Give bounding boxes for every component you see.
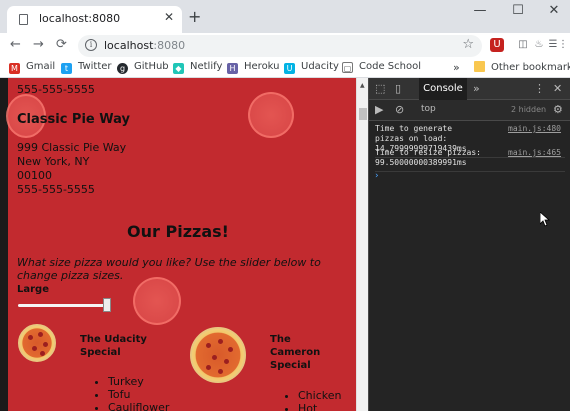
forward-icon[interactable]: → xyxy=(33,37,44,52)
twitter-icon: t xyxy=(61,63,72,74)
udacity-icon: U xyxy=(284,63,295,74)
ingredient-list: Chicken Hot xyxy=(298,389,341,411)
ingredient-item: Cauliflower xyxy=(108,401,169,411)
netlify-icon: ◆ xyxy=(173,63,184,74)
background-pizza-image xyxy=(133,277,181,325)
clear-console-icon[interactable]: ⊘ xyxy=(395,103,404,116)
more-tabs-icon[interactable]: » xyxy=(473,82,480,95)
bookmark-star-icon[interactable]: ☆ xyxy=(462,37,474,52)
context-selector[interactable]: top xyxy=(421,104,436,114)
bookmark-label: GitHub xyxy=(134,61,169,72)
menu-icon[interactable]: ⋮ xyxy=(558,38,568,52)
back-icon[interactable]: ← xyxy=(10,37,21,52)
pizza-image xyxy=(18,324,56,362)
hidden-count: 2 hidden xyxy=(511,105,547,114)
ingredient-item: Chicken xyxy=(298,389,341,402)
new-tab-button[interactable]: + xyxy=(188,7,201,26)
browser-tab[interactable]: localhost:8080 ✕ xyxy=(7,6,182,33)
bookmarks-overflow-icon[interactable]: » xyxy=(453,61,460,74)
console-filter-bar: ▶ ⊘ top 2 hidden ⚙ xyxy=(369,100,570,121)
bookmark-gmail[interactable]: M Gmail xyxy=(9,61,55,74)
folder-icon xyxy=(474,61,485,72)
ublock-icon[interactable]: U xyxy=(490,38,504,52)
other-bookmarks[interactable]: Other bookmarks xyxy=(474,61,570,73)
scroll-up-icon[interactable]: ▲ xyxy=(360,82,365,89)
bookmark-label: Netlify xyxy=(190,61,223,72)
browser-window: localhost:8080 ✕ + — ☐ ✕ ← → ⟳ i localho… xyxy=(0,0,570,411)
minimize-button[interactable]: — xyxy=(470,3,490,18)
shop-name: Classic Pie Way xyxy=(17,112,130,127)
bookmark-label: Heroku xyxy=(244,61,280,72)
url-port: :8080 xyxy=(153,39,186,52)
mouse-cursor-icon xyxy=(540,212,550,227)
size-slider-thumb[interactable] xyxy=(103,298,111,312)
code-school-icon: ▢ xyxy=(342,62,353,73)
pizzas-heading: Our Pizzas! xyxy=(127,222,229,241)
pizza-name: The Udacity Special xyxy=(80,334,147,358)
ingredient-item: Tofu xyxy=(108,388,169,401)
page-icon xyxy=(19,14,28,25)
page-scrollbar[interactable]: ▲ xyxy=(356,78,368,411)
shop-address-line-3: 00100 xyxy=(17,169,52,182)
ingredient-item: Hot xyxy=(298,402,341,411)
settings-gear-icon[interactable]: ⚙ xyxy=(553,103,563,116)
toolbar: ← → ⟳ i localhost:8080 ☆ U ◫ ♨ ☰ ⋮ xyxy=(0,33,570,59)
pizza-name: The Cameron Special xyxy=(270,334,321,371)
shop-address-line-4: 555-555-5555 xyxy=(17,183,95,196)
console-message-source[interactable]: main.js:480 xyxy=(508,124,561,134)
scrollbar-thumb[interactable] xyxy=(359,108,367,120)
close-tab-icon[interactable]: ✕ xyxy=(164,10,174,24)
bookmark-netlify[interactable]: ◆ Netlify xyxy=(173,61,222,74)
info-icon[interactable]: i xyxy=(85,39,97,51)
inspect-element-icon[interactable]: ⬚ xyxy=(375,82,385,95)
devtools-tabbar: ⬚ ▯ Console » ⋮ ✕ xyxy=(369,78,570,100)
heroku-icon: H xyxy=(227,63,238,74)
bookmark-udacity[interactable]: U Udacity xyxy=(284,61,339,74)
bookmark-heroku[interactable]: H Heroku xyxy=(227,61,280,74)
close-devtools-icon[interactable]: ✕ xyxy=(553,82,562,95)
devtools-panel: ⬚ ▯ Console » ⋮ ✕ ▶ ⊘ top 2 hidden ⚙ Tim… xyxy=(368,78,570,411)
url-text: localhost:8080 xyxy=(104,39,185,52)
bookmark-code-school[interactable]: ▢ Code School xyxy=(342,61,421,73)
devtools-menu-icon[interactable]: ⋮ xyxy=(534,82,545,95)
close-window-button[interactable]: ✕ xyxy=(544,3,564,18)
console-message-source[interactable]: main.js:465 xyxy=(508,148,561,158)
device-toolbar-icon[interactable]: ▯ xyxy=(395,82,401,95)
extension-icon-2[interactable]: ♨ xyxy=(532,38,546,52)
url-host: localhost xyxy=(104,39,154,52)
gmail-icon: M xyxy=(9,63,20,74)
console-message: Time to resize pizzas: 99.50000000389991… xyxy=(375,148,565,172)
ingredient-list: Turkey Tofu Cauliflower xyxy=(108,375,169,411)
maximize-button[interactable]: ☐ xyxy=(508,3,528,18)
extension-icon[interactable]: ◫ xyxy=(516,38,530,52)
ingredient-item: Turkey xyxy=(108,375,169,388)
background-pizza-image xyxy=(248,92,294,138)
bookmark-label: Twitter xyxy=(78,61,112,72)
pizza-image xyxy=(190,327,246,383)
bookmark-label: Udacity xyxy=(301,61,339,72)
tab-title: localhost:8080 xyxy=(39,12,121,25)
bookmark-github[interactable]: g GitHub xyxy=(117,61,169,74)
bookmark-label: Gmail xyxy=(26,61,56,72)
sidebar-toggle-icon[interactable]: ▶ xyxy=(375,103,383,116)
size-label: Large xyxy=(17,284,49,295)
shop-address-line-1: 999 Classic Pie Way xyxy=(17,141,127,154)
bookmarks-bar: M Gmail t Twitter g GitHub ◆ Netlify H Heroku… xyxy=(0,59,570,78)
shop-phone-top: 555-555-5555 xyxy=(17,83,95,96)
address-bar[interactable]: i localhost:8080 ☆ xyxy=(78,35,482,57)
tab-strip: localhost:8080 ✕ + — ☐ ✕ xyxy=(0,0,570,33)
shop-address-line-2: New York, NY xyxy=(17,155,90,168)
bookmark-label: Code School xyxy=(359,61,421,72)
other-bookmarks-label: Other bookmarks xyxy=(491,62,570,73)
tab-console[interactable]: Console xyxy=(419,78,467,100)
size-slider-track[interactable] xyxy=(18,304,108,307)
reload-icon[interactable]: ⟳ xyxy=(56,37,67,52)
console-message-text: Time to resize pizzas: 99.50000000389991… xyxy=(375,148,481,167)
size-instruction: What size pizza would you like? Use the … xyxy=(17,256,321,282)
console-prompt[interactable]: › xyxy=(375,171,379,181)
page-left-strip xyxy=(0,78,8,411)
bookmark-twitter[interactable]: t Twitter xyxy=(61,61,112,74)
page-viewport[interactable]: 555-555-5555 Classic Pie Way 999 Classic… xyxy=(0,78,356,411)
github-icon: g xyxy=(117,63,128,74)
